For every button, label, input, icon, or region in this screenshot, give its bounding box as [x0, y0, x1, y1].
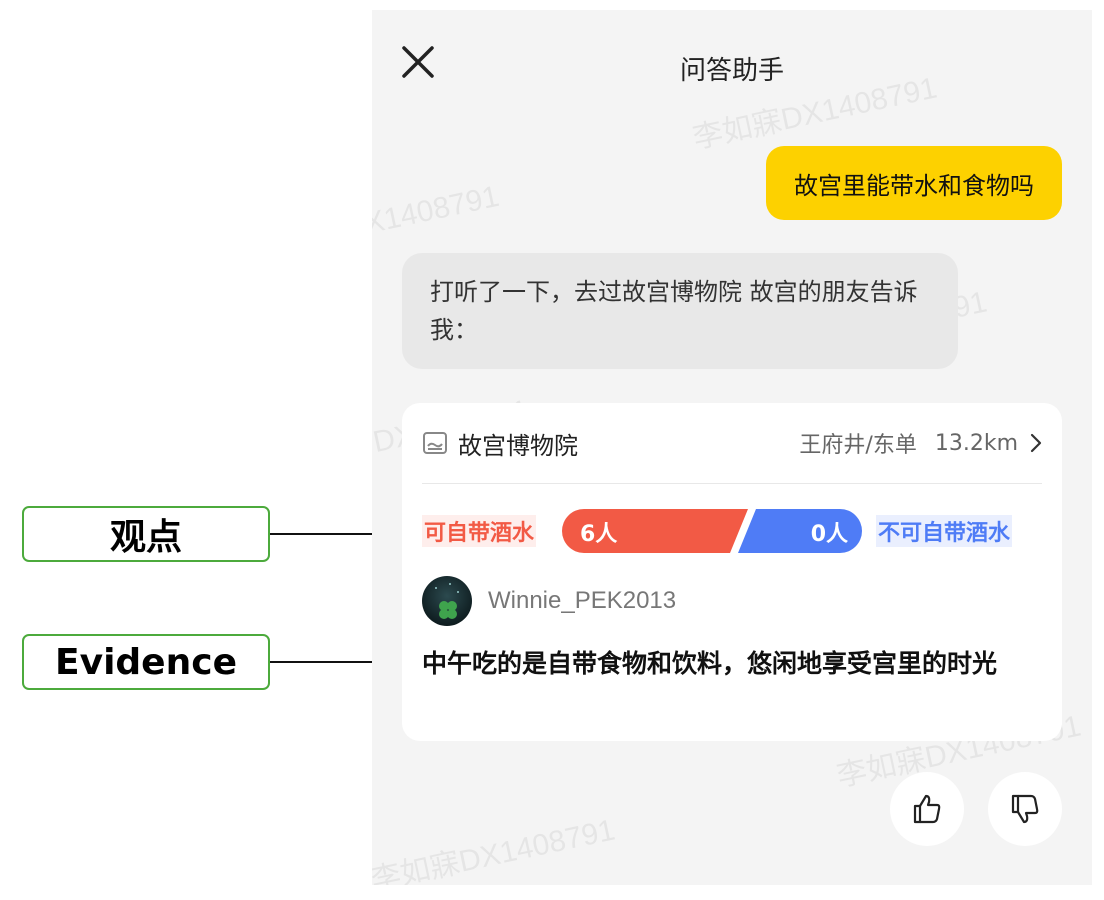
con-viewpoint-label: 不可自带酒水 — [875, 515, 1012, 547]
viewpoint-connector — [270, 533, 374, 535]
poi-name: 故宫博物院 — [458, 431, 578, 460]
viewpoint-annotation: 观点 — [22, 506, 270, 562]
con-vote-count: 0人 — [810, 522, 848, 547]
poi-icon — [423, 432, 447, 454]
watermark: 李如寐DX1408791 — [372, 813, 618, 885]
pro-viewpoint-label: 可自带酒水 — [422, 515, 537, 547]
qa-assistant-screen: 李如寐DX1408791 DX1408791 李如寐DX1408791 DX14… — [372, 10, 1092, 885]
page-title: 问答助手 — [679, 56, 784, 86]
answer-card: 故宫博物院 王府井/东单 13.2km 可自带酒水 6人 0人 不可自带酒水 W… — [402, 403, 1062, 741]
vote-ratio-bar: 6人 0人 — [562, 509, 862, 553]
evidence-connector — [270, 661, 374, 663]
like-button[interactable] — [890, 772, 964, 846]
author-name: Winnie_PEK2013 — [488, 587, 677, 614]
thumbs-up-icon — [913, 794, 941, 824]
evidence-annotation: Evidence — [22, 634, 270, 690]
evidence-author[interactable]: Winnie_PEK2013 — [422, 575, 676, 627]
clover-icon — [435, 583, 459, 619]
watermark: DX1408791 — [372, 179, 503, 246]
thumbs-down-icon — [1011, 794, 1039, 824]
pro-vote-count: 6人 — [580, 522, 618, 547]
assistant-message-bubble: 打听了一下，去过故宫博物院 故宫的朋友告诉我： — [402, 253, 958, 369]
viewpoint-vote-row: 可自带酒水 6人 0人 不可自带酒水 — [422, 509, 1042, 553]
evidence-text: 中午吃的是自带食物和饮料，悠闲地享受宫里的时光 — [422, 649, 998, 678]
user-message-bubble: 故宫里能带水和食物吗 — [766, 146, 1062, 220]
card-divider — [422, 483, 1042, 484]
dislike-button[interactable] — [988, 772, 1062, 846]
avatar — [422, 576, 472, 626]
poi-header[interactable]: 故宫博物院 王府井/东单 13.2km — [422, 421, 1042, 465]
chevron-right-icon — [1030, 433, 1042, 453]
poi-distance: 13.2km — [934, 430, 1018, 456]
poi-location-link[interactable]: 王府井/东单 13.2km — [799, 427, 1042, 459]
poi-area: 王府井/东单 — [799, 433, 917, 458]
